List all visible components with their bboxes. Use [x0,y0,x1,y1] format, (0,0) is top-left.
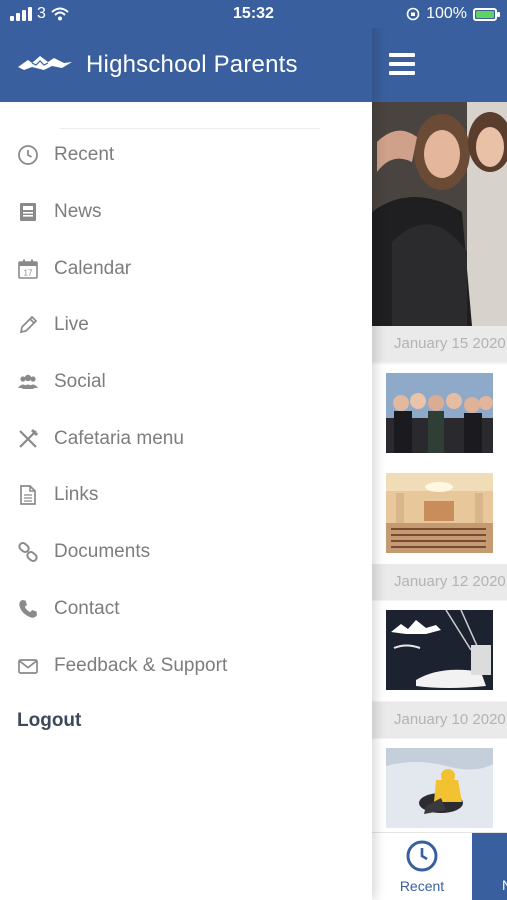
tab-news-label: N [502,877,507,893]
newspaper-icon [0,201,54,223]
calendar-icon: 17 [0,258,54,280]
utensils-icon [0,428,54,450]
menu-item-links[interactable]: Links [0,467,372,524]
thumbnail-image [386,748,493,828]
hero-photo[interactable] [372,102,507,326]
menu-item-contact[interactable]: Contact [0,581,372,638]
menu-label: Recent [54,144,115,166]
main-content: January 15 2020 January 12 2020 January … [372,0,507,900]
menu-item-live[interactable]: Live [0,297,372,354]
thumbnail-image [386,610,493,690]
content-header [372,28,507,102]
menu-item-social[interactable]: Social [0,354,372,411]
menu-label: Social [54,371,106,393]
menu-label: Live [54,314,89,336]
menu-item-cafetaria-menu[interactable]: Cafetaria menu [0,410,372,467]
drawer-title: Highschool Parents [86,51,298,78]
menu-item-documents[interactable]: Documents [0,524,372,581]
phone-icon [0,598,54,620]
menu-item-feedback-support[interactable]: Feedback & Support [0,637,372,694]
menu-label: Calendar [54,257,132,279]
battery-fill [476,10,494,18]
date-header: January 10 2020 [372,702,507,738]
menu-item-news[interactable]: News [0,184,372,241]
status-right: 100% [406,5,500,23]
orientation-lock-icon [406,7,420,21]
drawer-header: Highschool Parents [0,28,372,102]
date-header: January 12 2020 [372,564,507,600]
link-icon [0,541,54,563]
tab-recent-label: Recent [399,878,445,894]
menu-label: Cafetaria menu [54,427,184,449]
feed-item[interactable] [372,464,507,564]
menu-label: Links [54,484,99,506]
menu-label: Documents [54,541,151,563]
menu-label: Contact [54,597,120,619]
document-icon [0,484,54,506]
envelope-icon [0,655,54,677]
tab-news[interactable]: N [472,833,507,900]
feed-item[interactable] [372,364,507,464]
menu-label: Feedback & Support [54,654,228,676]
pencil-icon [0,314,54,336]
navigation-drawer: Highschool Parents Recent News 17 Calend… [0,0,372,900]
hamburger-menu-icon[interactable] [389,53,415,75]
people-icon [0,371,54,393]
calendar-day: 17 [24,268,33,277]
bottom-tab-bar: Recent N [372,832,507,900]
feed-item[interactable] [372,739,507,839]
menu-label: News [54,201,102,223]
thumbnail-image [386,373,493,453]
battery-icon [473,7,500,21]
clock-icon [0,144,54,166]
clock-icon [406,840,438,872]
menu-item-calendar[interactable]: 17 Calendar [0,240,372,297]
battery-percent: 100% [426,5,467,22]
mountain-logo-icon [18,56,72,70]
feed-item[interactable] [372,601,507,701]
tab-recent[interactable]: Recent [372,833,472,900]
menu-item-recent[interactable]: Recent [0,127,372,184]
thumbnail-image [386,473,493,553]
date-header: January 15 2020 [372,326,507,362]
logout-button[interactable]: Logout [17,710,81,732]
status-bar: 3 15:32 100% [0,0,507,28]
drawer-menu: Recent News 17 Calendar Live Social Cafe… [0,127,372,694]
